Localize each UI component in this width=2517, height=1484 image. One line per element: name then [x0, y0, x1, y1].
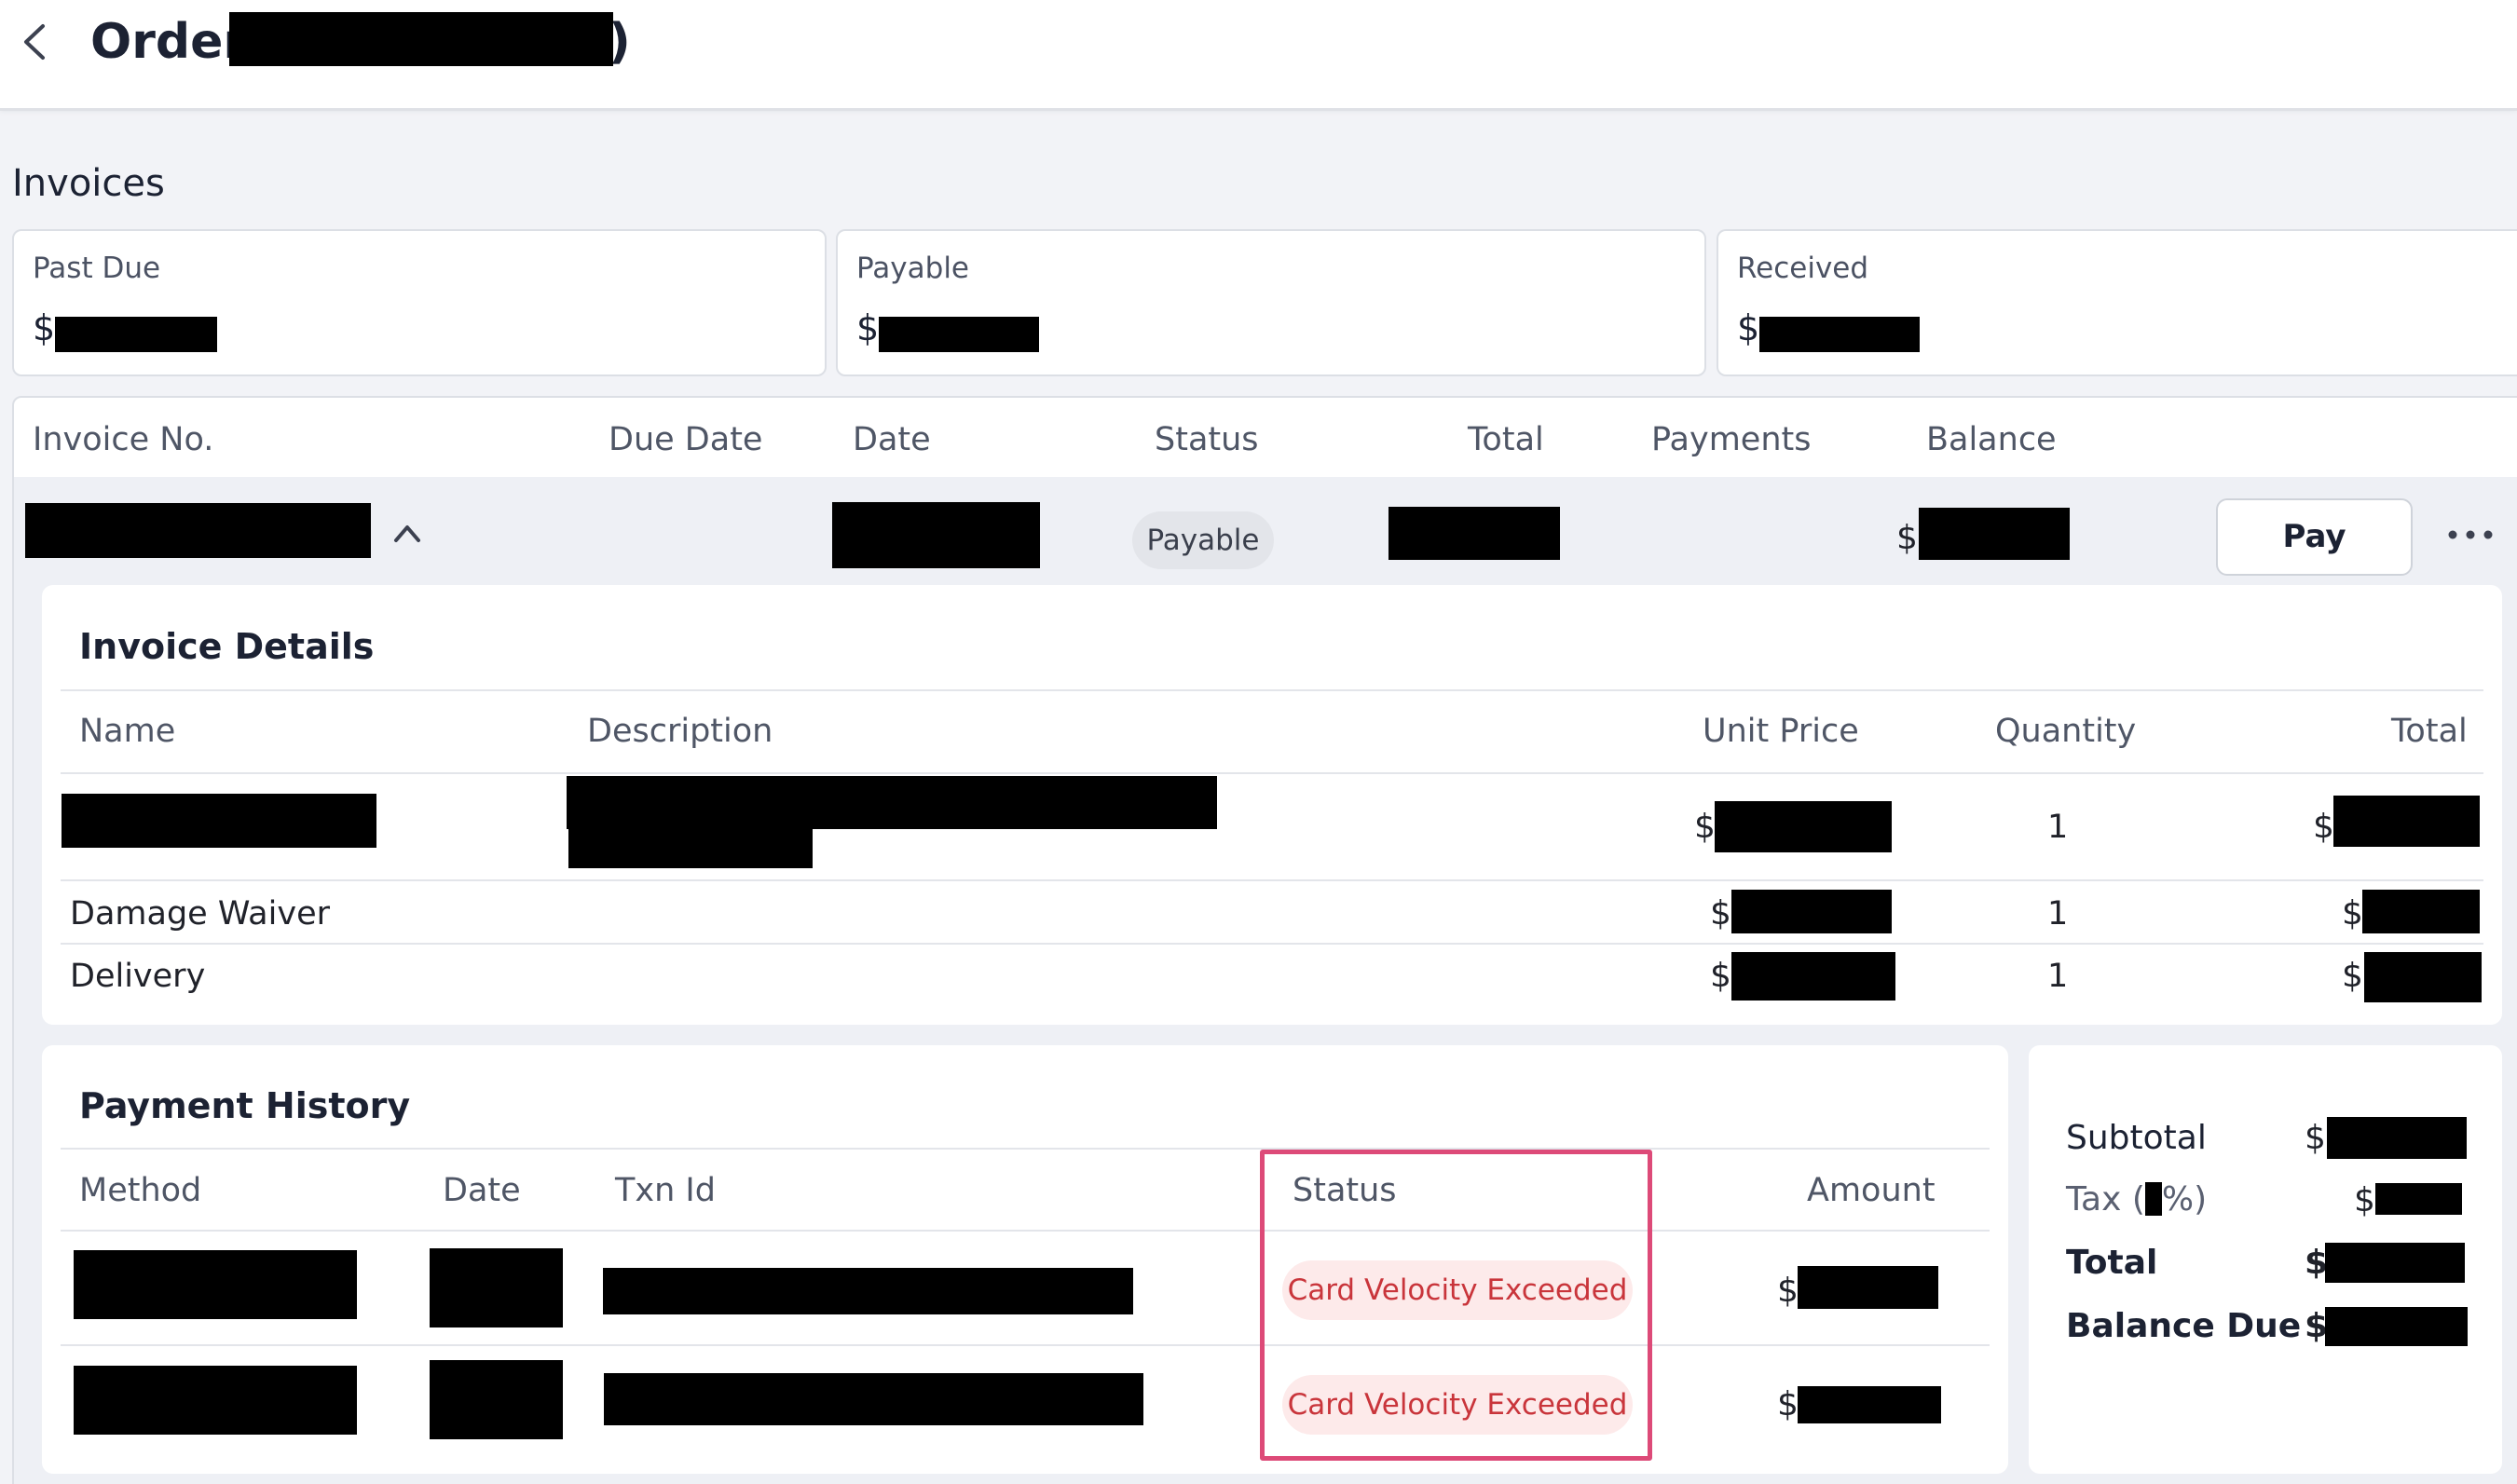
redacted-invoice-number: [25, 503, 371, 558]
summary-currency: $: [856, 307, 880, 348]
redacted-txn-id: [603, 1268, 1133, 1314]
column-header-status: Status: [1155, 421, 1259, 458]
redacted-unit-price: [1731, 890, 1892, 933]
summary-card-past-due: Past Due $: [12, 229, 827, 376]
column-header-description: Description: [587, 713, 773, 750]
unit-price-currency: $: [1710, 957, 1731, 995]
invoices-section-title: Invoices: [12, 162, 165, 205]
redacted-payment-date: [430, 1360, 563, 1439]
column-header-balance: Balance: [1926, 421, 2057, 458]
redacted-line-total: [2364, 952, 2482, 1002]
column-header-payments: Payments: [1651, 421, 1812, 458]
status-column-highlight: [1260, 1150, 1652, 1461]
column-header-date: Date: [443, 1172, 521, 1209]
redacted-total: [2325, 1243, 2465, 1283]
redacted-txn-id: [604, 1373, 1143, 1425]
summary-card-received: Received $: [1717, 229, 2517, 376]
redacted-invoice-balance: [1919, 508, 2070, 560]
column-header-method: Method: [79, 1172, 202, 1209]
redacted-tax-rate: [2144, 1182, 2162, 1216]
quantity-value: 1: [2047, 895, 2069, 933]
total-currency: $: [2342, 957, 2363, 995]
redacted-item-description: [568, 827, 813, 868]
redacted-payment-method: [74, 1250, 357, 1319]
amount-currency: $: [1777, 1272, 1799, 1310]
divider: [61, 1148, 1990, 1150]
summary-currency: $: [33, 307, 56, 348]
redacted-item-name: [62, 794, 376, 848]
redacted-line-total: [2333, 796, 2480, 847]
payment-history-title: Payment History: [79, 1085, 411, 1126]
column-header-amount: Amount: [1807, 1172, 1936, 1209]
redacted-unit-price: [1715, 801, 1892, 852]
redacted-unit-price: [1731, 952, 1895, 1001]
divider: [61, 943, 2483, 945]
subtotal-currency: $: [2305, 1119, 2326, 1157]
pay-button[interactable]: Pay: [2216, 498, 2413, 576]
divider: [61, 1344, 1990, 1346]
quantity-value: 1: [2047, 958, 2069, 995]
redacted-tax-amount: [2375, 1183, 2462, 1215]
column-header-unit-price: Unit Price: [1703, 713, 1859, 750]
redacted-amount: [55, 317, 217, 352]
column-header-total: Total: [1468, 421, 1544, 458]
subtotal-label: Subtotal: [2066, 1119, 2207, 1157]
summary-label: Payable: [856, 252, 970, 285]
item-name: Delivery: [70, 958, 206, 995]
redacted-invoice-total: [1388, 507, 1560, 560]
redacted-payment-method: [74, 1366, 357, 1435]
redacted-balance-due: [2325, 1307, 2468, 1346]
divider: [61, 772, 2483, 774]
summary-label: Received: [1737, 252, 1869, 285]
chevron-up-icon[interactable]: [391, 520, 423, 546]
tax-label: Tax (%): [2066, 1178, 2207, 1221]
redacted-payment-amount: [1798, 1266, 1938, 1309]
redacted-item-description: [567, 776, 1217, 829]
redacted-amount: [1759, 317, 1920, 352]
column-header-due-date: Due Date: [609, 421, 763, 458]
chevron-left-icon[interactable]: [17, 19, 54, 65]
column-header-date: Date: [853, 421, 931, 458]
item-name: Damage Waiver: [70, 895, 330, 933]
divider: [61, 879, 2483, 881]
redacted-subtotal: [2327, 1117, 2467, 1159]
tax-label-suffix: %): [2161, 1180, 2208, 1219]
divider: [61, 689, 2483, 691]
column-header-total: Total: [2391, 713, 2468, 750]
tax-currency: $: [2354, 1181, 2375, 1219]
tax-label-prefix: Tax (: [2066, 1180, 2145, 1219]
summary-currency: $: [1737, 307, 1760, 348]
balance-due-label: Balance Due: [2066, 1307, 2302, 1345]
column-header-invoice-no: Invoice No.: [33, 421, 214, 458]
divider: [61, 1230, 1990, 1232]
balance-currency: $: [1896, 519, 1918, 557]
column-header-name: Name: [79, 713, 176, 750]
amount-currency: $: [1777, 1385, 1799, 1423]
column-header-txn-id: Txn Id: [615, 1172, 716, 1209]
quantity-value: 1: [2047, 809, 2069, 846]
redacted-amount: [879, 317, 1039, 352]
more-horizontal-icon[interactable]: [2445, 524, 2496, 546]
status-badge: Payable: [1132, 511, 1274, 569]
redacted-payment-amount: [1798, 1386, 1941, 1423]
total-currency: $: [2313, 808, 2334, 846]
unit-price-currency: $: [1710, 894, 1731, 933]
invoice-details-card: [42, 585, 2502, 1025]
total-label: Total: [2066, 1244, 2158, 1282]
invoice-details-title: Invoice Details: [79, 626, 375, 667]
redacted-order-id: [229, 12, 613, 66]
column-header-quantity: Quantity: [1995, 713, 2137, 750]
summary-card-payable: Payable $: [836, 229, 1706, 376]
redacted-line-total: [2362, 890, 2480, 933]
top-bar: Order( ): [0, 0, 2517, 111]
total-currency: $: [2342, 894, 2363, 933]
summary-label: Past Due: [33, 252, 161, 285]
redacted-invoice-date: [832, 502, 1040, 568]
unit-price-currency: $: [1694, 808, 1716, 846]
redacted-payment-date: [430, 1248, 563, 1327]
